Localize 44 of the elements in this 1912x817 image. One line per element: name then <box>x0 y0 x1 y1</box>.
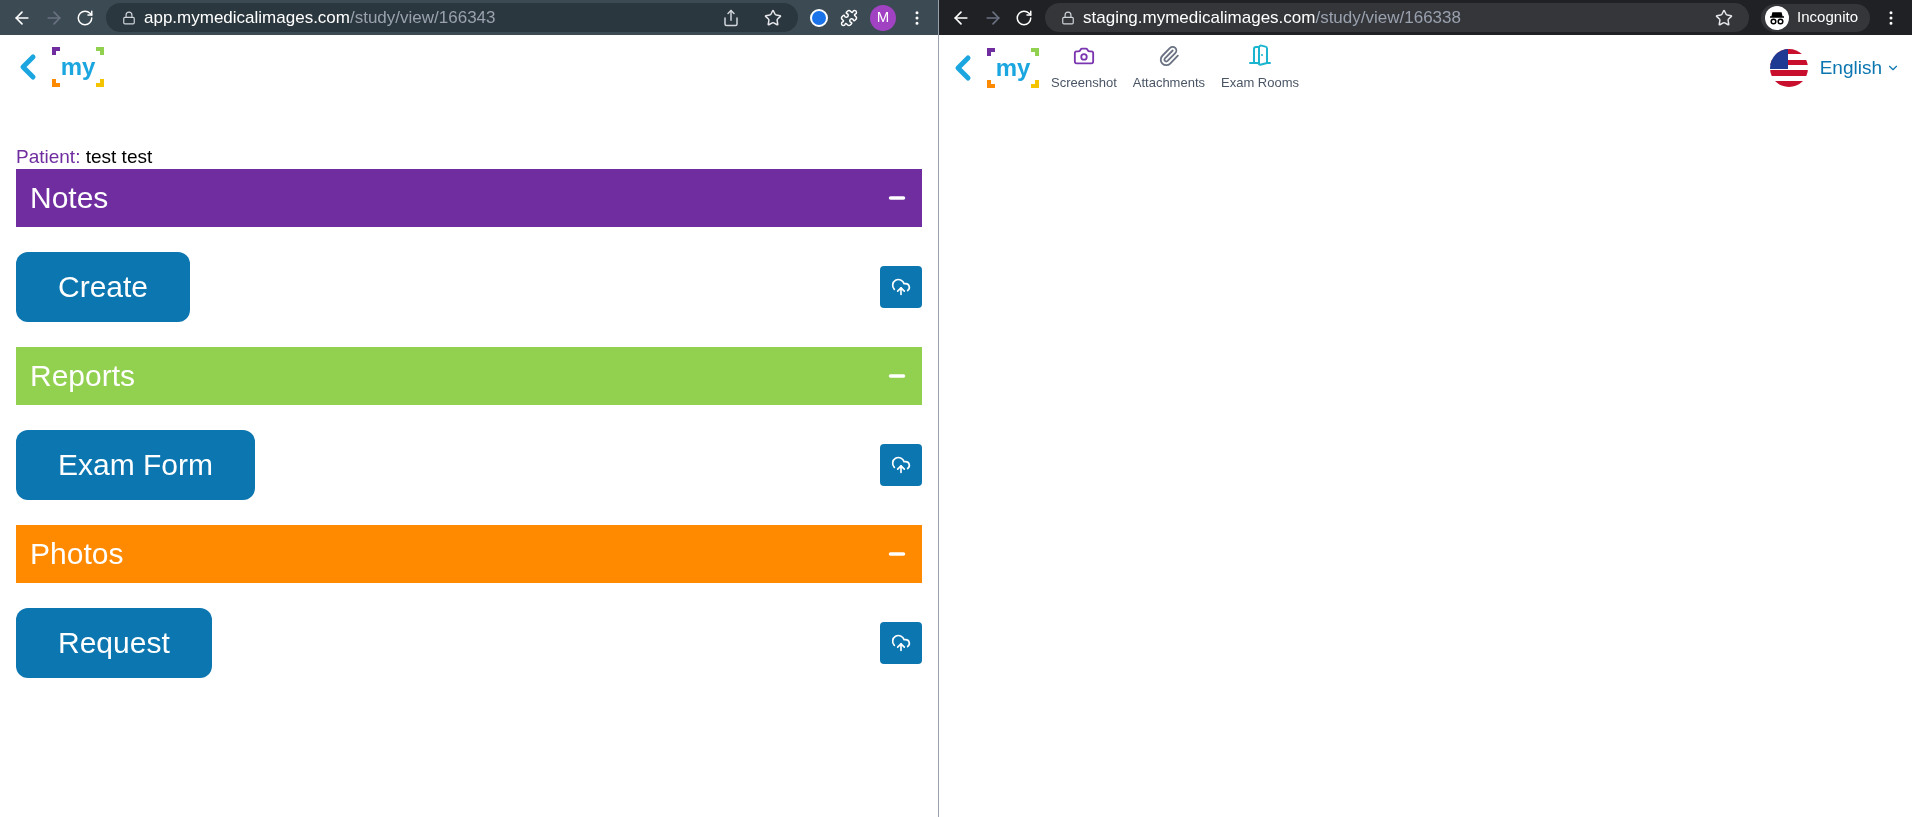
section-button[interactable]: Exam Form <box>16 429 255 500</box>
section-button[interactable]: Create <box>16 251 191 322</box>
section-title: Notes <box>30 180 109 217</box>
extensions-icon[interactable] <box>840 8 858 27</box>
patient-label: Patient: <box>16 146 81 167</box>
password-manager-icon[interactable] <box>810 8 828 27</box>
flag-icon <box>1769 48 1808 87</box>
reload-icon[interactable] <box>1015 8 1033 27</box>
section-header[interactable]: Notes <box>16 168 922 227</box>
door-icon <box>1248 43 1273 67</box>
lock-icon <box>1061 10 1075 25</box>
toolbar-item[interactable]: Exam Rooms <box>1221 43 1300 93</box>
section-button[interactable]: Request <box>16 607 212 678</box>
cloud-upload-icon <box>891 632 911 653</box>
toolbar-item[interactable]: Attachments <box>1132 45 1206 93</box>
incognito-icon <box>1765 5 1790 30</box>
section-title: Reports <box>30 358 136 395</box>
star-icon[interactable] <box>764 8 782 27</box>
lock-icon <box>122 10 136 25</box>
language-selector[interactable]: English <box>1819 53 1900 82</box>
profile-avatar[interactable]: M <box>870 4 896 31</box>
upload-button[interactable] <box>880 265 922 308</box>
address-host: staging.mymedicalimages.com <box>1083 7 1316 27</box>
incognito-label: Incognito <box>1797 7 1858 28</box>
reload-icon[interactable] <box>76 8 94 27</box>
toolbar-item[interactable]: Screenshot <box>1051 45 1117 93</box>
logo[interactable]: my <box>52 47 104 87</box>
patient-name: test test <box>85 146 153 167</box>
address-bar[interactable]: staging.mymedicalimages.com/study/view/166338 <box>1045 3 1750 32</box>
cloud-upload-icon <box>891 276 911 297</box>
paperclip-icon <box>1157 45 1180 67</box>
logo[interactable]: my <box>987 47 1039 88</box>
section-title: Photos <box>30 536 124 573</box>
camera-icon <box>1072 45 1095 67</box>
cloud-upload-icon <box>891 454 911 475</box>
share-icon[interactable] <box>722 8 740 27</box>
star-icon[interactable] <box>1715 8 1734 27</box>
upload-button[interactable] <box>880 621 922 664</box>
address-path: /study/view/166343 <box>349 7 496 27</box>
upload-button[interactable] <box>880 443 922 486</box>
address-path: /study/view/166338 <box>1315 7 1461 27</box>
incognito-badge[interactable]: Incognito <box>1761 3 1870 32</box>
address-host: app.mymedicalimages.com <box>144 7 350 27</box>
address-bar[interactable]: app.mymedicalimages.com/study/view/166343 <box>106 3 798 32</box>
